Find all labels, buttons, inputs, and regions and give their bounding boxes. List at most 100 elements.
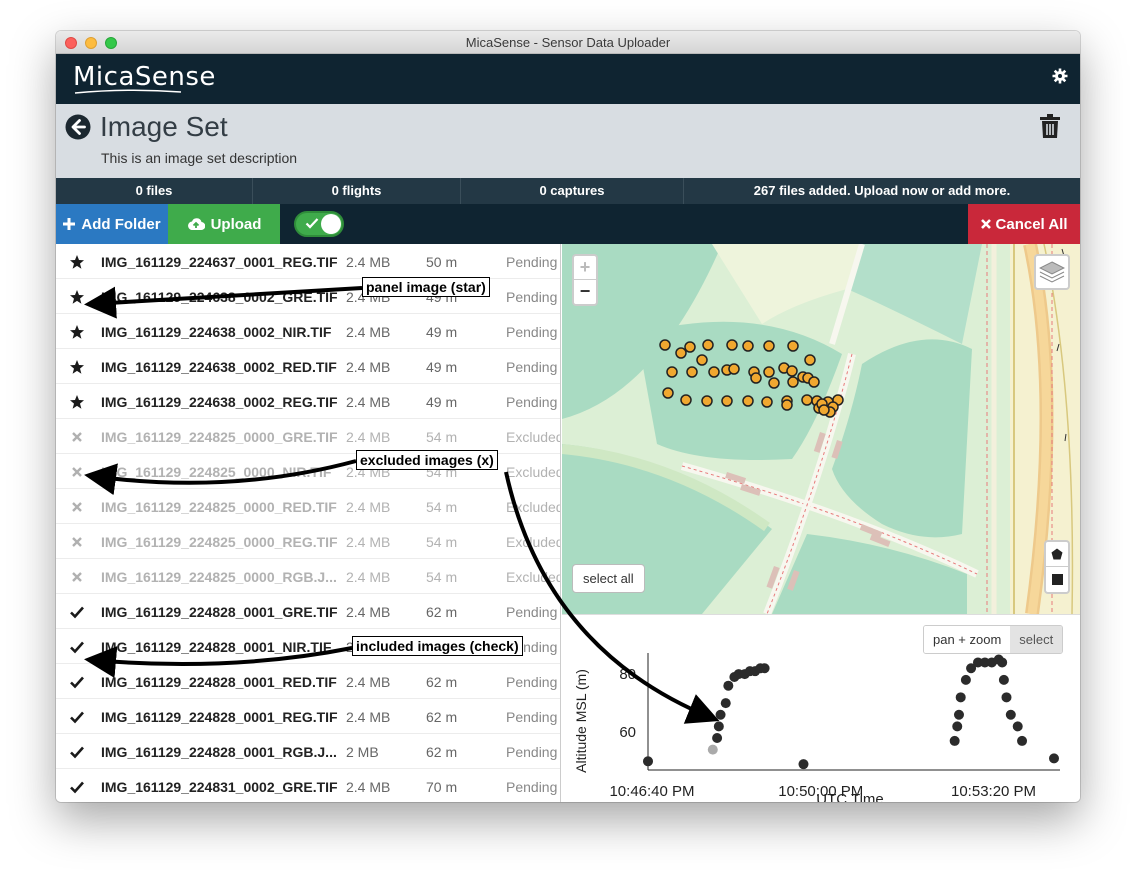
file-row[interactable]: IMG_161129_224638_0002_REG.TIF 2.4 MB 49 m…: [56, 384, 560, 419]
check-icon[interactable]: [69, 674, 85, 690]
capture-marker[interactable]: [763, 366, 775, 378]
star-icon[interactable]: [69, 359, 85, 375]
capture-marker[interactable]: [659, 339, 671, 351]
gear-icon[interactable]: [1052, 68, 1068, 84]
altitude-chart[interactable]: UTC Time Altitude MSL (m) 10:46:40 PM 10:…: [562, 615, 1080, 802]
back-arrow-icon[interactable]: [65, 114, 91, 140]
capture-marker[interactable]: [726, 339, 738, 351]
data-point[interactable]: [949, 735, 960, 746]
data-point[interactable]: [1012, 721, 1023, 732]
check-icon[interactable]: [69, 604, 85, 620]
data-point[interactable]: [1001, 692, 1012, 703]
capture-marker[interactable]: [702, 339, 714, 351]
capture-marker[interactable]: [742, 395, 754, 407]
file-row[interactable]: IMG_161129_224828_0001_RGB.J... 2 MB 62 m P…: [56, 734, 560, 769]
capture-marker[interactable]: [684, 341, 696, 353]
capture-marker[interactable]: [781, 399, 793, 411]
data-point[interactable]: [715, 709, 726, 720]
capture-marker[interactable]: [662, 387, 674, 399]
data-point[interactable]: [955, 692, 966, 703]
file-row[interactable]: IMG_161129_224828_0001_GRE.TIF 2.4 MB 62 m…: [56, 594, 560, 629]
capture-marker[interactable]: [666, 366, 678, 378]
check-icon[interactable]: [69, 744, 85, 760]
data-point[interactable]: [952, 721, 963, 732]
capture-marker[interactable]: [787, 340, 799, 352]
star-icon[interactable]: [69, 324, 85, 340]
file-row[interactable]: IMG_161129_224825_0000_REG.TIF 2.4 MB 54 m…: [56, 524, 560, 559]
data-point[interactable]: [1049, 753, 1059, 764]
data-point[interactable]: [643, 756, 653, 767]
capture-marker[interactable]: [763, 340, 775, 352]
data-point[interactable]: [960, 674, 971, 685]
file-altitude: 70 m: [426, 779, 458, 795]
star-icon[interactable]: [69, 289, 85, 305]
capture-marker[interactable]: [750, 372, 762, 384]
data-point[interactable]: [798, 759, 809, 770]
file-list[interactable]: IMG_161129_224637_0001_REG.TIF 2.4 MB 50 m…: [56, 244, 561, 802]
x-icon[interactable]: [69, 429, 85, 445]
check-icon[interactable]: [69, 779, 85, 795]
data-point[interactable]: [1005, 709, 1016, 720]
capture-marker[interactable]: [696, 354, 708, 366]
file-row[interactable]: IMG_161129_224825_0000_RED.TIF 2.4 MB 54 m…: [56, 489, 560, 524]
x-icon[interactable]: [69, 534, 85, 550]
file-row[interactable]: IMG_161129_224828_0001_RED.TIF 2.4 MB 62 m…: [56, 664, 560, 699]
capture-marker[interactable]: [786, 365, 798, 377]
capture-marker[interactable]: [728, 363, 740, 375]
capture-marker[interactable]: [801, 394, 813, 406]
draw-rectangle-button[interactable]: [1046, 567, 1068, 592]
data-point[interactable]: [720, 698, 731, 709]
capture-marker[interactable]: [675, 347, 687, 359]
file-status: Pending: [506, 779, 558, 795]
data-point[interactable]: [759, 663, 770, 674]
x-icon[interactable]: [69, 499, 85, 515]
data-point[interactable]: [997, 657, 1008, 668]
data-point[interactable]: [712, 733, 723, 744]
draw-polygon-button[interactable]: [1046, 542, 1068, 567]
trash-icon[interactable]: [1040, 114, 1060, 138]
layers-button[interactable]: [1034, 254, 1070, 290]
x-icon[interactable]: [69, 569, 85, 585]
capture-marker[interactable]: [768, 377, 780, 389]
app-window: MicaSense - Sensor Data Uploader MicaSen…: [56, 31, 1080, 802]
file-row[interactable]: IMG_161129_224825_0000_RGB.J... 2.4 MB 54 …: [56, 559, 560, 594]
capture-marker[interactable]: [818, 404, 830, 416]
file-name: IMG_161129_224638_0002_REG.TIF: [101, 394, 338, 410]
capture-marker[interactable]: [804, 354, 816, 366]
star-icon[interactable]: [69, 394, 85, 410]
data-point[interactable]: [1017, 735, 1028, 746]
file-row[interactable]: IMG_161129_224638_0002_NIR.TIF 2.4 MB 49 m…: [56, 314, 560, 349]
check-icon[interactable]: [69, 709, 85, 725]
add-folder-button[interactable]: Add Folder: [56, 204, 168, 244]
capture-marker[interactable]: [680, 394, 692, 406]
capture-marker[interactable]: [742, 340, 754, 352]
capture-marker[interactable]: [708, 366, 720, 378]
file-row[interactable]: IMG_161129_224828_0001_REG.TIF 2.4 MB 62 m…: [56, 699, 560, 734]
capture-marker[interactable]: [721, 395, 733, 407]
x-icon[interactable]: [69, 464, 85, 480]
map-view[interactable]: + − select all: [562, 244, 1080, 614]
star-icon[interactable]: [69, 254, 85, 270]
zoom-in-button[interactable]: +: [574, 256, 596, 280]
zoom-out-button[interactable]: −: [574, 280, 596, 304]
upload-button[interactable]: Upload: [168, 204, 280, 244]
file-size: 2.4 MB: [346, 394, 391, 410]
capture-marker[interactable]: [761, 396, 773, 408]
data-point[interactable]: [723, 680, 734, 691]
check-icon[interactable]: [69, 639, 85, 655]
capture-marker[interactable]: [686, 366, 698, 378]
file-row[interactable]: IMG_161129_224831_0002_GRE.TIF 2.4 MB 70 m…: [56, 769, 560, 802]
auto-upload-toggle[interactable]: [294, 211, 344, 237]
capture-marker[interactable]: [701, 395, 713, 407]
file-row[interactable]: IMG_161129_224638_0002_RED.TIF 2.4 MB 49 m…: [56, 349, 560, 384]
capture-marker[interactable]: [808, 376, 820, 388]
data-point[interactable]: [998, 674, 1009, 685]
excluded-data-point[interactable]: [707, 744, 718, 755]
data-point[interactable]: [953, 709, 964, 720]
cancel-all-button[interactable]: Cancel All: [968, 204, 1080, 244]
capture-marker[interactable]: [787, 376, 799, 388]
file-row[interactable]: IMG_161129_224825_0000_GRE.TIF 2.4 MB 54 m…: [56, 419, 560, 454]
select-all-button[interactable]: select all: [572, 564, 645, 593]
data-point[interactable]: [713, 721, 724, 732]
file-row[interactable]: IMG_161129_224637_0001_REG.TIF 2.4 MB 50 m…: [56, 244, 560, 279]
